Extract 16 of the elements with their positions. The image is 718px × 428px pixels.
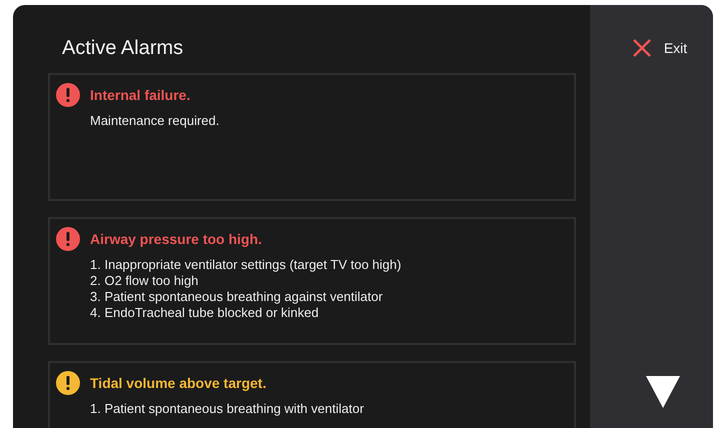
scroll-down-arrow-icon[interactable] — [646, 376, 680, 408]
exclamation-icon — [56, 371, 80, 395]
screen-title: Active Alarms — [62, 36, 184, 61]
alarm-detail: 1. Patient spontaneous breathing with ventilator — [90, 401, 365, 417]
alarm-detail: 1. Inappropriate ventilator settings (target TV too high) — [90, 257, 402, 273]
alarm-detail: 2. O2 flow too high — [90, 273, 200, 289]
alarm-title: Tidal volume above target. — [90, 375, 266, 391]
alarm-detail: 4. EndoTracheal tube blocked or kinked — [90, 305, 320, 321]
exclamation-icon — [56, 227, 80, 251]
exclamation-icon — [56, 83, 80, 107]
alarm-title: Airway pressure too high. — [90, 231, 262, 247]
close-icon — [632, 38, 652, 58]
alarm-detail: Maintenance required. — [90, 113, 220, 129]
alarm-detail: 3. Patient spontaneous breathing against ventilator — [90, 289, 384, 305]
alarm-title: Internal failure. — [90, 87, 190, 103]
exit-button[interactable]: Exit — [632, 38, 688, 58]
